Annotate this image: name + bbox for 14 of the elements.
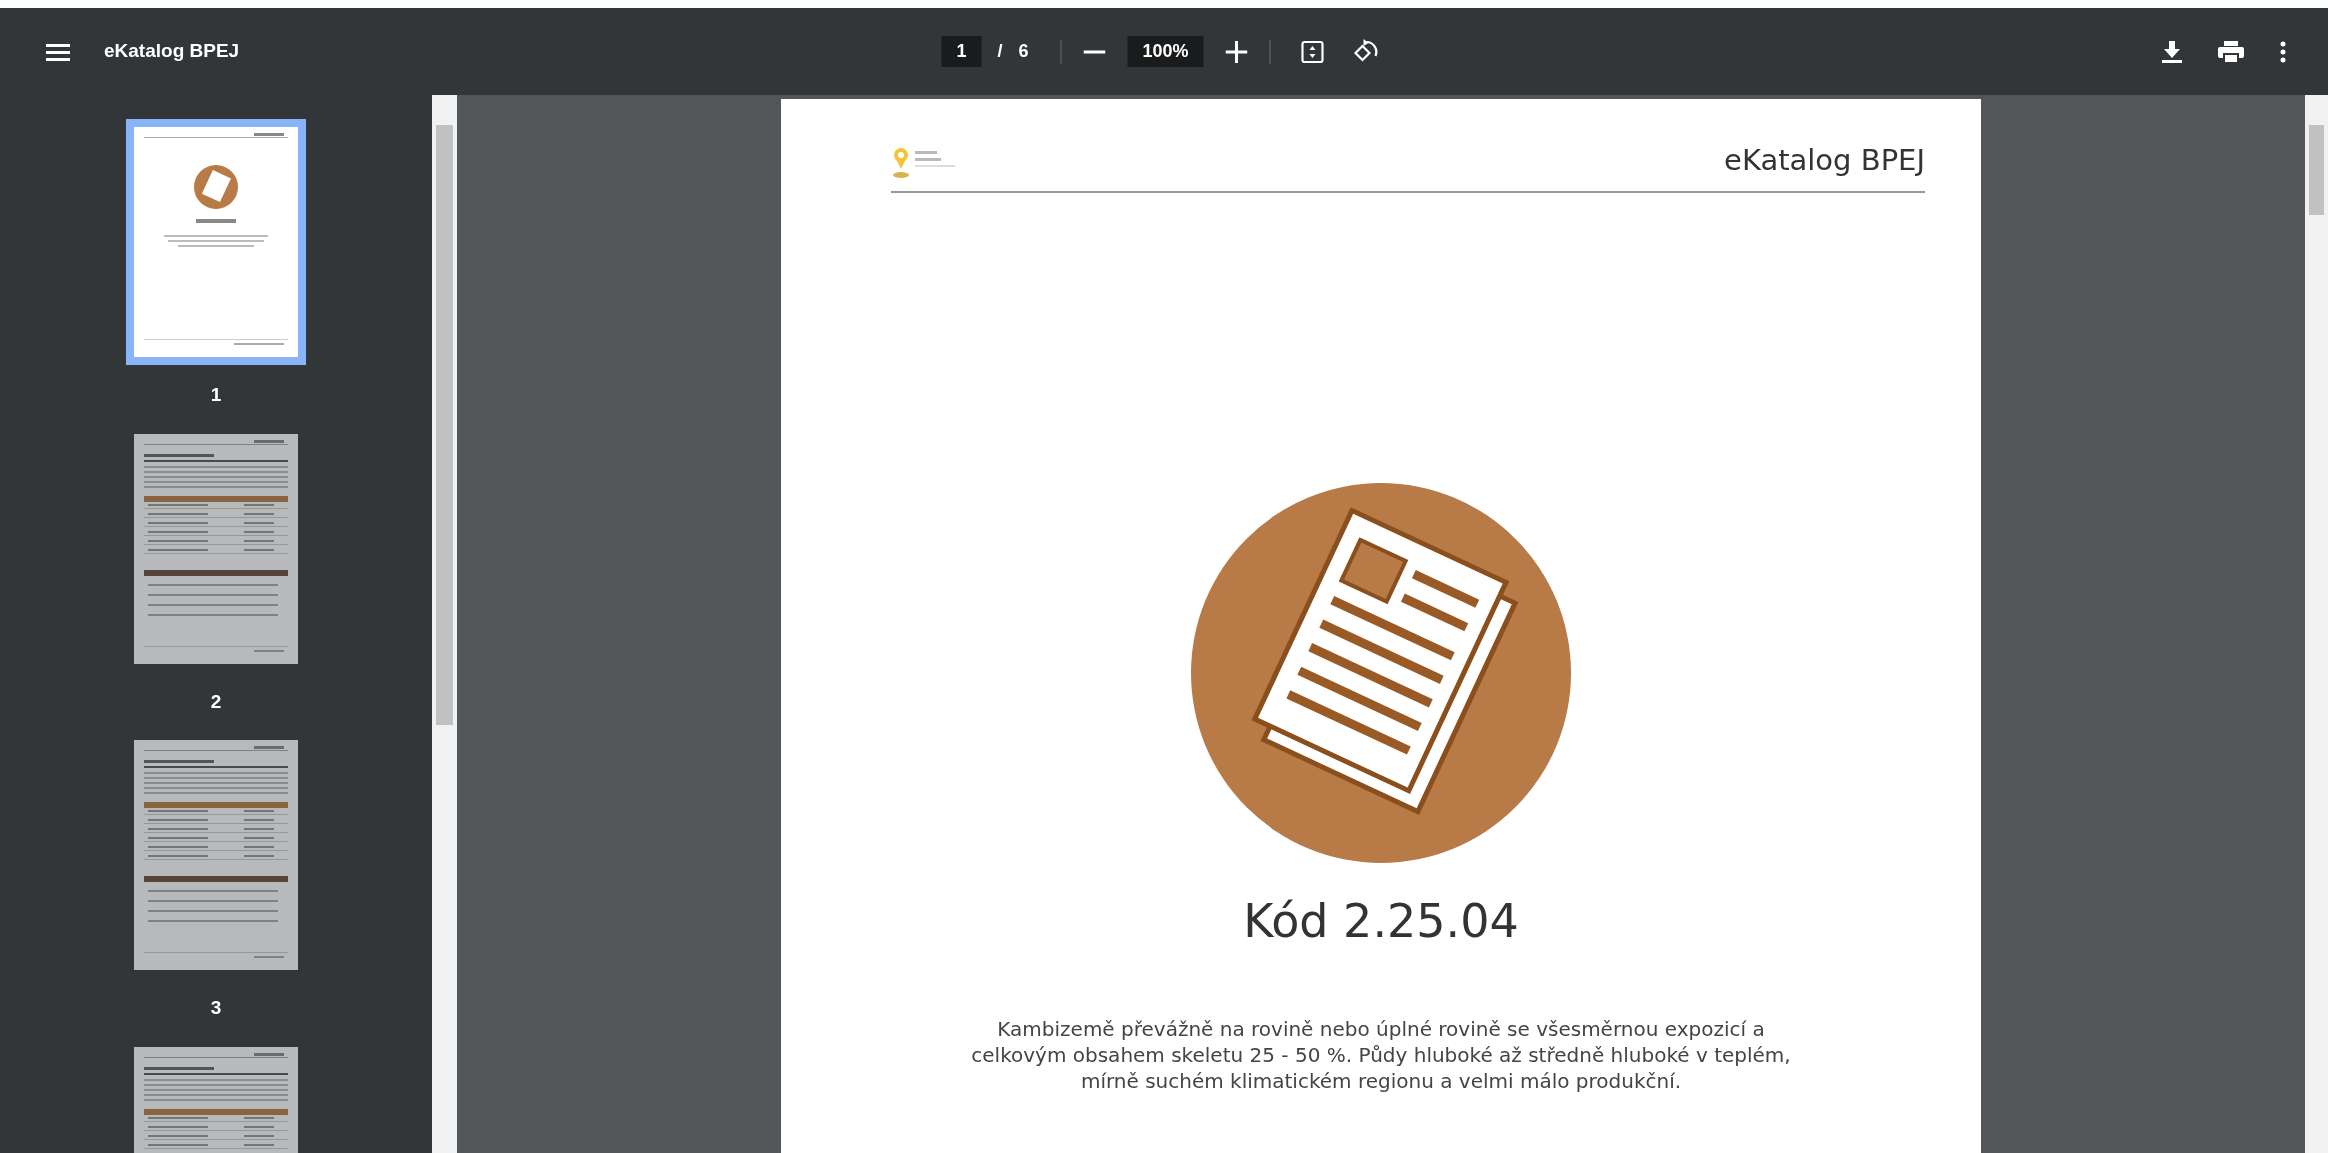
code-heading: Kód 2.25.04 — [1243, 893, 1519, 948]
thumbnail-page-number: 1 — [210, 383, 222, 407]
thumbnail-page-number: 2 — [210, 689, 222, 714]
description-paragraph: Kambizemě převážně na rovině nebo úplné rovině se všesměrnou expozicí a celkovým obsahem skeletu 25 - 50 %. Půdy hluboké až středně hluboké v teplém, mírně suchém klimatickém regionu a velmi málo produkční. — [971, 1015, 1791, 1094]
page-count: 6 — [1018, 40, 1029, 63]
page-separator: / — [997, 40, 1003, 63]
document-title: eKatalog BPEJ — [104, 39, 240, 64]
zoom-field[interactable]: 100% — [1127, 36, 1204, 67]
page-thumbnail[interactable] — [126, 119, 306, 365]
scrollbar[interactable] — [432, 95, 457, 1153]
page-header-title: eKatalog BPEJ — [1724, 142, 1925, 179]
scrollbar[interactable] — [2305, 95, 2328, 1153]
page-number-field[interactable]: 1 — [941, 36, 982, 67]
thumbnail-page-number: 3 — [210, 996, 222, 1020]
